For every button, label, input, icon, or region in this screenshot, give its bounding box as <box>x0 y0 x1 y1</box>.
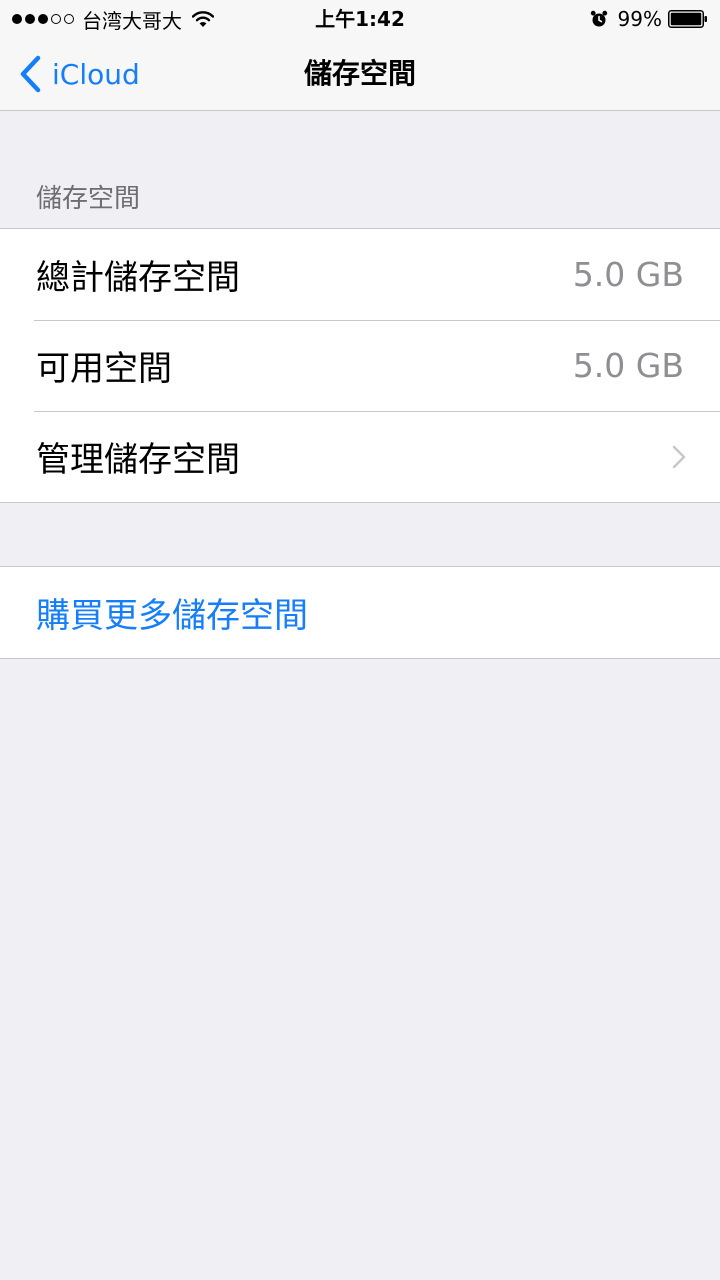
storage-group: 總計儲存空間 5.0 GB 可用空間 5.0 GB 管理儲存空間 <box>0 228 720 503</box>
available-storage-label: 可用空間 <box>36 349 172 389</box>
buy-more-storage-button[interactable]: 購買更多儲存空間 <box>0 567 720 658</box>
battery-icon <box>668 10 707 28</box>
buy-more-storage-label: 購買更多儲存空間 <box>36 596 308 636</box>
chevron-right-icon <box>672 445 686 468</box>
total-storage-row: 總計儲存空間 5.0 GB <box>0 229 720 320</box>
manage-storage-label: 管理儲存空間 <box>36 440 240 480</box>
status-bar: 台湾大哥大 上午1:42 99% <box>0 0 720 38</box>
page-title: 儲存空間 <box>303 57 416 90</box>
available-storage-value: 5.0 GB <box>572 346 684 385</box>
purchase-group: 購買更多儲存空間 <box>0 566 720 659</box>
alarm-icon <box>590 10 607 27</box>
battery-percentage: 99% <box>617 7 662 31</box>
navigation-bar: iCloud 儲存空間 <box>0 38 720 111</box>
manage-storage-row[interactable]: 管理儲存空間 <box>0 411 720 502</box>
status-right: 99% <box>590 0 708 38</box>
total-storage-label: 總計儲存空間 <box>36 258 240 298</box>
section-header: 儲存空間 <box>36 184 141 214</box>
available-storage-row: 可用空間 5.0 GB <box>0 320 720 411</box>
total-storage-value: 5.0 GB <box>572 255 684 294</box>
